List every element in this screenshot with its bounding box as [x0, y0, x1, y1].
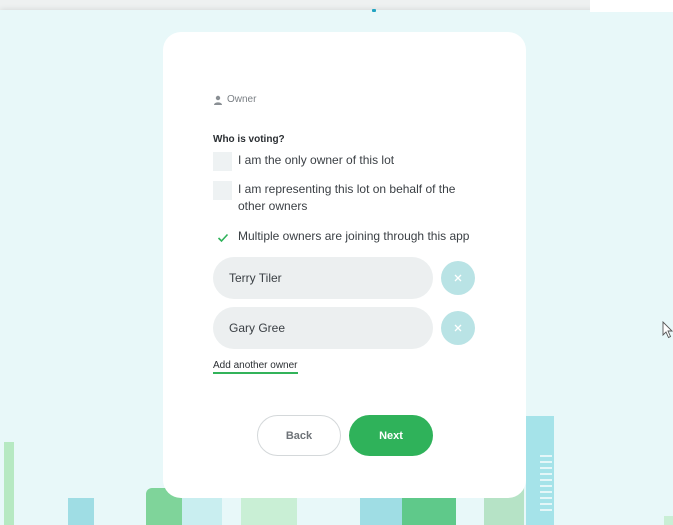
owner-name-field[interactable]: Gary Gree	[213, 307, 433, 349]
voting-question: Who is voting?	[213, 134, 285, 145]
option-only-owner[interactable]: I am the only owner of this lot	[213, 152, 394, 171]
checkbox-checked[interactable]	[213, 228, 232, 247]
owner-row: Terry Tiler	[213, 257, 475, 299]
close-icon	[454, 274, 462, 282]
option-label: I am the only owner of this lot	[238, 153, 395, 167]
role-label: Owner	[227, 94, 257, 105]
mouse-pointer-icon	[662, 321, 673, 339]
owner-name-field[interactable]: Terry Tiler	[213, 257, 433, 299]
owner-row: Gary Gree	[213, 307, 475, 349]
role-row: Owner	[213, 94, 256, 105]
remove-owner-button[interactable]	[441, 311, 475, 345]
next-button[interactable]: Next	[349, 415, 433, 456]
remove-owner-button[interactable]	[441, 261, 475, 295]
option-multiple-owners[interactable]: Multiple owners are joining through this…	[213, 228, 469, 247]
person-icon	[213, 95, 223, 105]
close-icon	[454, 324, 462, 332]
progress-indicator	[372, 9, 376, 12]
option-label-line1: I am representing this lot on behalf of …	[238, 182, 456, 196]
voting-card: Owner Who is voting? I am the only owner…	[163, 32, 526, 498]
back-button[interactable]: Back	[257, 415, 341, 456]
topbar-right-panel	[590, 0, 673, 12]
checkbox[interactable]	[213, 181, 232, 200]
option-label-line2: other owners	[238, 199, 308, 213]
option-label: Multiple owners are joining through this…	[238, 229, 470, 243]
option-representing[interactable]: I am representing this lot on behalf of …	[213, 181, 455, 215]
add-owner-link[interactable]: Add another owner	[213, 360, 298, 374]
checkbox[interactable]	[213, 152, 232, 171]
option-label: I am representing this lot on behalf of …	[238, 181, 455, 215]
check-icon	[217, 233, 228, 242]
